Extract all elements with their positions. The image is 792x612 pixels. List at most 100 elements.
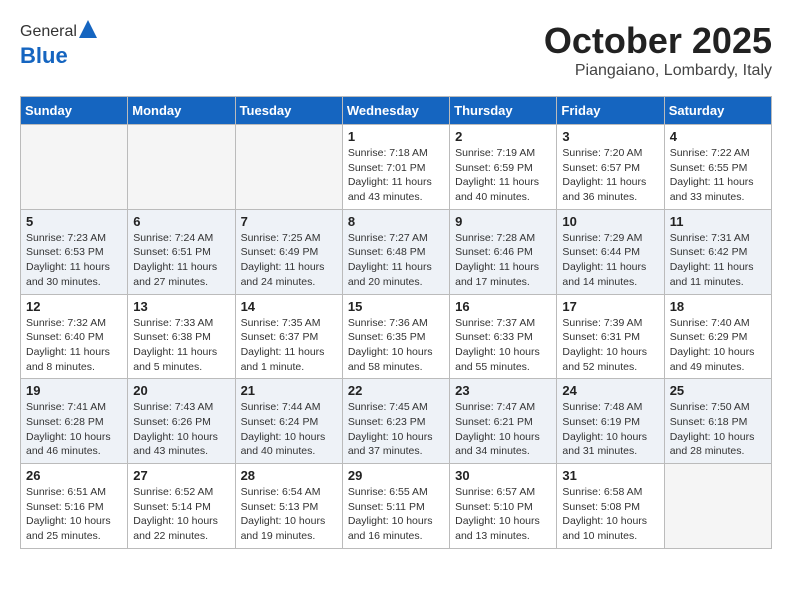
calendar-cell: 3 Sunrise: 7:20 AMSunset: 6:57 PMDaylight…	[557, 125, 664, 210]
calendar-cell: 5 Sunrise: 7:23 AMSunset: 6:53 PMDaylight…	[21, 209, 128, 294]
day-number: 2	[455, 129, 551, 144]
calendar-cell: 7Sunrise: 7:25 AMSunset: 6:49 PMDaylight…	[235, 209, 342, 294]
calendar-cell	[128, 125, 235, 210]
calendar-cell: 21Sunrise: 7:44 AMSunset: 6:24 PMDayligh…	[235, 379, 342, 464]
calendar-cell: 18Sunrise: 7:40 AMSunset: 6:29 PMDayligh…	[664, 294, 771, 379]
calendar-cell	[664, 464, 771, 549]
day-info: Sunrise: 7:44 AMSunset: 6:24 PMDaylight:…	[241, 400, 337, 459]
day-number: 19	[26, 383, 122, 398]
location-title: Piangaiano, Lombardy, Italy	[544, 62, 772, 80]
day-info: Sunrise: 7:22 AMSunset: 6:55 PMDaylight:…	[670, 146, 766, 205]
day-info: Sunrise: 7:37 AMSunset: 6:33 PMDaylight:…	[455, 316, 551, 375]
title-block: October 2025 Piangaiano, Lombardy, Italy	[544, 20, 772, 80]
weekday-header-wednesday: Wednesday	[342, 97, 449, 125]
day-number: 25	[670, 383, 766, 398]
calendar-cell: 16 Sunrise: 7:37 AMSunset: 6:33 PMDayligh…	[450, 294, 557, 379]
day-info: Sunrise: 6:58 AMSunset: 5:08 PMDaylight:…	[562, 485, 658, 544]
calendar-cell: 10Sunrise: 7:29 AMSunset: 6:44 PMDayligh…	[557, 209, 664, 294]
day-number: 29	[348, 468, 444, 483]
day-info: Sunrise: 7:27 AMSunset: 6:48 PMDaylight:…	[348, 231, 444, 290]
weekday-header-saturday: Saturday	[664, 97, 771, 125]
calendar-cell	[235, 125, 342, 210]
calendar-cell: 4 Sunrise: 7:22 AMSunset: 6:55 PMDaylight…	[664, 125, 771, 210]
page-header: General Blue October 2025 Piangaiano, Lo…	[20, 20, 772, 80]
day-info: Sunrise: 7:31 AMSunset: 6:42 PMDaylight:…	[670, 231, 766, 290]
day-info: Sunrise: 6:57 AMSunset: 5:10 PMDaylight:…	[455, 485, 551, 544]
logo-general-text: General	[20, 23, 77, 41]
day-info: Sunrise: 7:35 AMSunset: 6:37 PMDaylight:…	[241, 316, 337, 375]
day-info: Sunrise: 7:18 AMSunset: 7:01 PMDaylight:…	[348, 146, 444, 205]
calendar-cell: 31 Sunrise: 6:58 AMSunset: 5:08 PMDayligh…	[557, 464, 664, 549]
day-info: Sunrise: 7:45 AMSunset: 6:23 PMDaylight:…	[348, 400, 444, 459]
calendar-cell: 25 Sunrise: 7:50 AMSunset: 6:18 PMDayligh…	[664, 379, 771, 464]
day-number: 4	[670, 129, 766, 144]
calendar-week-row: 5 Sunrise: 7:23 AMSunset: 6:53 PMDaylight…	[21, 209, 772, 294]
weekday-header-friday: Friday	[557, 97, 664, 125]
day-info: Sunrise: 7:23 AMSunset: 6:53 PMDaylight:…	[26, 231, 122, 290]
day-info: Sunrise: 7:41 AMSunset: 6:28 PMDaylight:…	[26, 400, 122, 459]
calendar-cell: 14 Sunrise: 7:35 AMSunset: 6:37 PMDayligh…	[235, 294, 342, 379]
day-info: Sunrise: 7:50 AMSunset: 6:18 PMDaylight:…	[670, 400, 766, 459]
day-info: Sunrise: 7:19 AMSunset: 6:59 PMDaylight:…	[455, 146, 551, 205]
day-info: Sunrise: 7:36 AMSunset: 6:35 PMDaylight:…	[348, 316, 444, 375]
calendar-cell	[21, 125, 128, 210]
day-number: 22	[348, 383, 444, 398]
calendar-cell: 26 Sunrise: 6:51 AMSunset: 5:16 PMDayligh…	[21, 464, 128, 549]
calendar-cell: 22 Sunrise: 7:45 AMSunset: 6:23 PMDayligh…	[342, 379, 449, 464]
calendar-cell: 1 Sunrise: 7:18 AMSunset: 7:01 PMDaylight…	[342, 125, 449, 210]
calendar-cell: 29Sunrise: 6:55 AMSunset: 5:11 PMDayligh…	[342, 464, 449, 549]
month-title: October 2025	[544, 20, 772, 62]
calendar-week-row: 1 Sunrise: 7:18 AMSunset: 7:01 PMDaylight…	[21, 125, 772, 210]
calendar-cell: 30 Sunrise: 6:57 AMSunset: 5:10 PMDayligh…	[450, 464, 557, 549]
calendar-week-row: 26 Sunrise: 6:51 AMSunset: 5:16 PMDayligh…	[21, 464, 772, 549]
day-info: Sunrise: 7:20 AMSunset: 6:57 PMDaylight:…	[562, 146, 658, 205]
calendar-cell: 6 Sunrise: 7:24 AMSunset: 6:51 PMDaylight…	[128, 209, 235, 294]
logo-blue-text: Blue	[20, 43, 68, 68]
logo-icon	[79, 20, 97, 38]
calendar-cell: 28Sunrise: 6:54 AMSunset: 5:13 PMDayligh…	[235, 464, 342, 549]
day-number: 18	[670, 299, 766, 314]
calendar-cell: 8 Sunrise: 7:27 AMSunset: 6:48 PMDaylight…	[342, 209, 449, 294]
day-info: Sunrise: 6:51 AMSunset: 5:16 PMDaylight:…	[26, 485, 122, 544]
day-number: 11	[670, 214, 766, 229]
day-info: Sunrise: 7:25 AMSunset: 6:49 PMDaylight:…	[241, 231, 337, 290]
weekday-header-sunday: Sunday	[21, 97, 128, 125]
calendar-cell: 20Sunrise: 7:43 AMSunset: 6:26 PMDayligh…	[128, 379, 235, 464]
day-number: 24	[562, 383, 658, 398]
day-number: 30	[455, 468, 551, 483]
day-number: 26	[26, 468, 122, 483]
calendar-week-row: 19 Sunrise: 7:41 AMSunset: 6:28 PMDayligh…	[21, 379, 772, 464]
day-info: Sunrise: 7:47 AMSunset: 6:21 PMDaylight:…	[455, 400, 551, 459]
day-number: 15	[348, 299, 444, 314]
day-number: 9	[455, 214, 551, 229]
logo: General Blue	[20, 20, 97, 69]
calendar-cell: 13Sunrise: 7:33 AMSunset: 6:38 PMDayligh…	[128, 294, 235, 379]
day-info: Sunrise: 7:32 AMSunset: 6:40 PMDaylight:…	[26, 316, 122, 375]
day-info: Sunrise: 6:52 AMSunset: 5:14 PMDaylight:…	[133, 485, 229, 544]
calendar-cell: 11 Sunrise: 7:31 AMSunset: 6:42 PMDayligh…	[664, 209, 771, 294]
day-number: 16	[455, 299, 551, 314]
calendar-cell: 27Sunrise: 6:52 AMSunset: 5:14 PMDayligh…	[128, 464, 235, 549]
day-number: 3	[562, 129, 658, 144]
calendar-cell: 24 Sunrise: 7:48 AMSunset: 6:19 PMDayligh…	[557, 379, 664, 464]
day-number: 12	[26, 299, 122, 314]
calendar-cell: 19 Sunrise: 7:41 AMSunset: 6:28 PMDayligh…	[21, 379, 128, 464]
weekday-header-thursday: Thursday	[450, 97, 557, 125]
calendar-cell: 2 Sunrise: 7:19 AMSunset: 6:59 PMDaylight…	[450, 125, 557, 210]
weekday-header-monday: Monday	[128, 97, 235, 125]
day-number: 8	[348, 214, 444, 229]
day-number: 14	[241, 299, 337, 314]
day-number: 17	[562, 299, 658, 314]
day-number: 6	[133, 214, 229, 229]
day-number: 5	[26, 214, 122, 229]
day-number: 13	[133, 299, 229, 314]
day-info: Sunrise: 7:24 AMSunset: 6:51 PMDaylight:…	[133, 231, 229, 290]
day-info: Sunrise: 7:48 AMSunset: 6:19 PMDaylight:…	[562, 400, 658, 459]
day-number: 10	[562, 214, 658, 229]
day-number: 23	[455, 383, 551, 398]
weekday-header-row: SundayMondayTuesdayWednesdayThursdayFrid…	[21, 97, 772, 125]
calendar-cell: 23 Sunrise: 7:47 AMSunset: 6:21 PMDayligh…	[450, 379, 557, 464]
day-number: 1	[348, 129, 444, 144]
day-info: Sunrise: 6:54 AMSunset: 5:13 PMDaylight:…	[241, 485, 337, 544]
day-number: 31	[562, 468, 658, 483]
